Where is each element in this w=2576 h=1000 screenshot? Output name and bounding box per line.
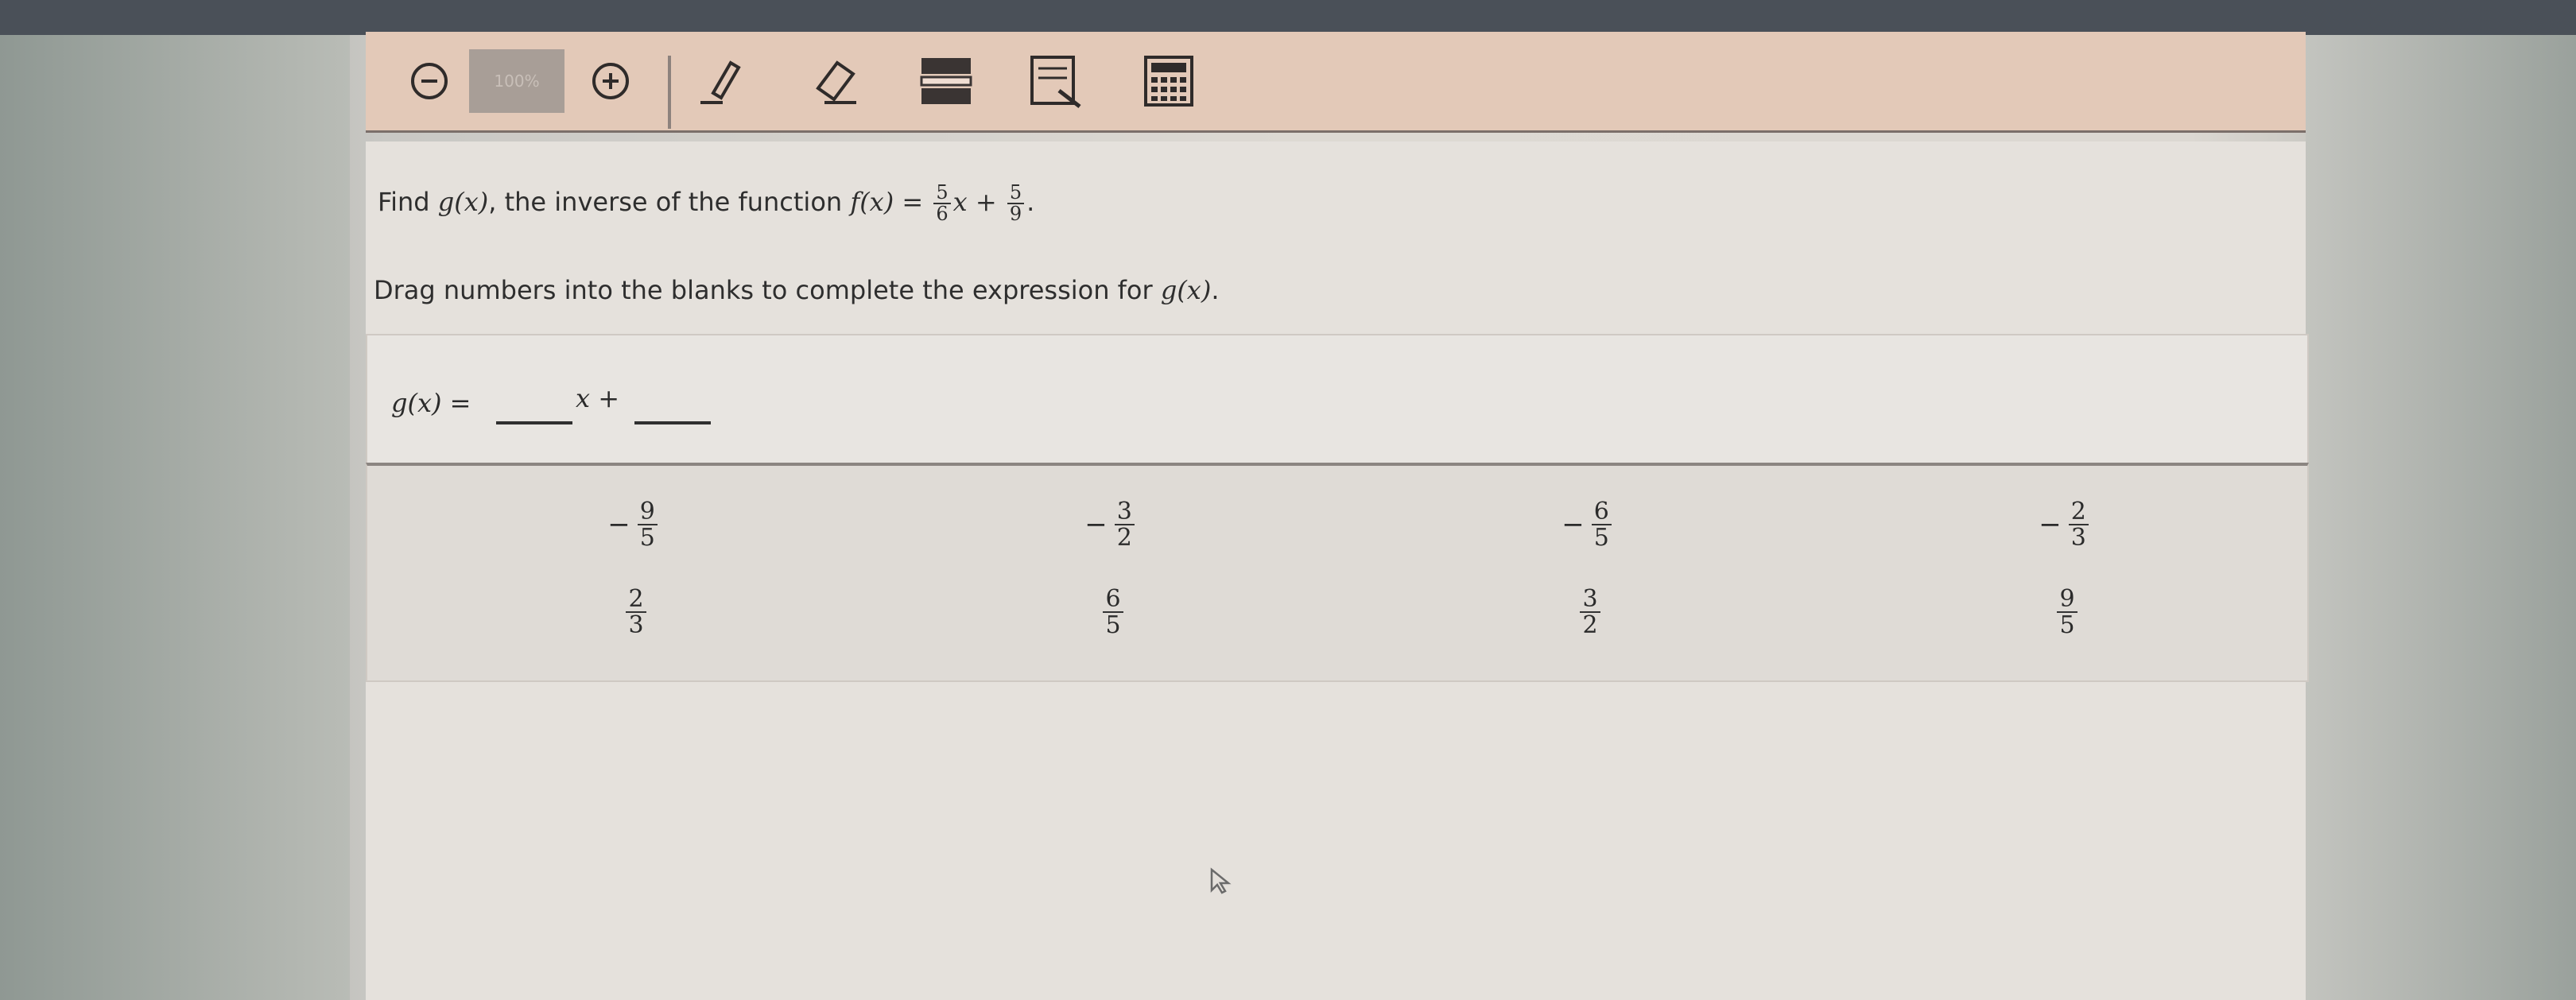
- answer-x-plus: x +: [576, 383, 620, 413]
- constant-blank[interactable]: [634, 421, 711, 424]
- toolbar: 100%: [366, 32, 2306, 133]
- right-background: [2306, 35, 2576, 1000]
- instruction-text: Drag numbers into the blanks to complete…: [374, 275, 1220, 305]
- question-prompt: Find g(x), the inverse of the function f…: [378, 182, 1035, 224]
- option-tile[interactable]: 32: [1528, 572, 1647, 652]
- notepad-icon[interactable]: [1026, 49, 1089, 113]
- option-tile[interactable]: 95: [2005, 572, 2124, 652]
- zoom-level: 100%: [469, 49, 564, 113]
- option-tile[interactable]: −9 5: [574, 485, 693, 564]
- instruction-gx: g(x): [1160, 275, 1212, 305]
- mouse-cursor-icon: [1208, 866, 1232, 901]
- prompt-prefix: Find: [378, 187, 430, 218]
- zoom-out-icon[interactable]: [398, 49, 461, 113]
- answer-expression-area: g(x) = x +: [366, 334, 2309, 480]
- answer-lhs: g(x) =: [391, 388, 471, 418]
- zoom-in-icon[interactable]: [579, 49, 642, 113]
- prompt-mid: , the inverse of the function: [488, 187, 843, 218]
- calculator-icon[interactable]: [1137, 49, 1201, 113]
- option-tile[interactable]: 65: [1051, 572, 1170, 652]
- option-tile[interactable]: 23: [574, 572, 693, 652]
- option-tile[interactable]: −3 2: [1051, 485, 1170, 564]
- option-tile[interactable]: −2 3: [2005, 485, 2124, 564]
- left-background: [0, 35, 350, 1000]
- prompt-gx: g(x): [437, 187, 489, 218]
- coefficient-blank[interactable]: [496, 421, 572, 424]
- highlighter-icon[interactable]: [692, 49, 755, 113]
- prompt-x-plus: x +: [952, 187, 997, 218]
- line-reader-icon[interactable]: [914, 49, 978, 113]
- eraser-icon[interactable]: [803, 49, 867, 113]
- prompt-period: .: [1026, 187, 1035, 218]
- toolbar-divider: [668, 56, 671, 129]
- screen-top-frame: [0, 0, 2576, 35]
- prompt-fx: f(x) =: [850, 187, 924, 218]
- number-bank: −9 5 −3 2 −6 5 −2 3 23 65 32 95: [366, 463, 2309, 682]
- constant-fraction: 59: [1007, 182, 1025, 224]
- coefficient-fraction: 56: [933, 182, 951, 224]
- question-panel: Find g(x), the inverse of the function f…: [366, 141, 2309, 1000]
- option-tile[interactable]: −6 5: [1528, 485, 1647, 564]
